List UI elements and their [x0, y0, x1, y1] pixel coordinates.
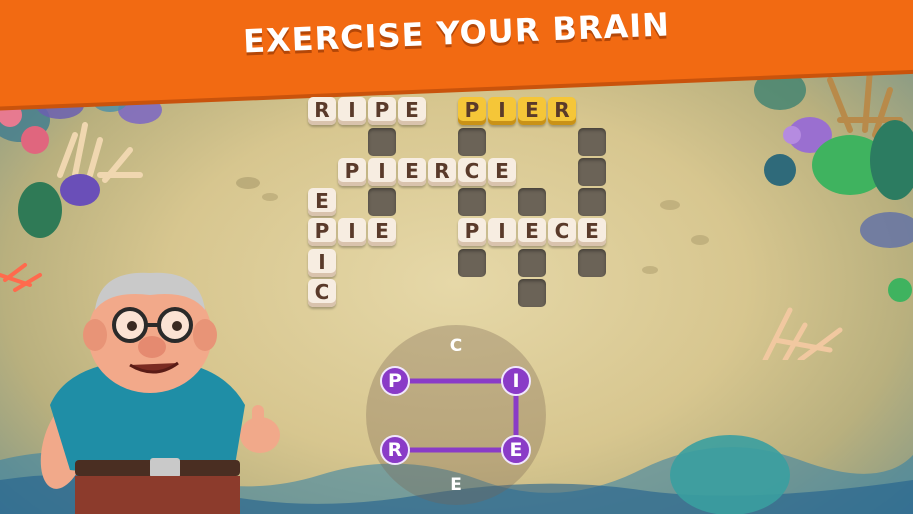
letter-tile: I [308, 249, 336, 277]
empty-cell [368, 128, 396, 156]
letter-tile: P [368, 97, 396, 125]
letter-tile: I [488, 218, 516, 246]
wheel-letter-p[interactable]: P [380, 366, 410, 396]
letter-tile: E [488, 158, 516, 186]
highlighted-letter-tile: P [458, 97, 486, 125]
empty-cell [578, 188, 606, 216]
letter-tile: E [368, 218, 396, 246]
empty-cell [578, 249, 606, 277]
game-scene: EXERCISE YOUR BRAIN R I P E P I E R P I … [0, 0, 913, 514]
letter-tile: P [308, 218, 336, 246]
letter-tile: C [458, 158, 486, 186]
grandpa-mascot-icon [40, 272, 280, 514]
letter-tile: E [308, 188, 336, 216]
letter-tile: R [428, 158, 456, 186]
letter-tile: P [338, 158, 366, 186]
letter-tile: E [518, 218, 546, 246]
letter-tile: E [578, 218, 606, 246]
letter-tile: E [398, 97, 426, 125]
empty-cell [458, 249, 486, 277]
empty-cell [578, 158, 606, 186]
letter-tile: E [398, 158, 426, 186]
wheel-letter-e-bottom[interactable]: E [441, 470, 471, 500]
letter-tile: I [338, 97, 366, 125]
empty-cell [518, 249, 546, 277]
highlighted-letter-tile: I [488, 97, 516, 125]
empty-cell [458, 188, 486, 216]
wheel-letter-r[interactable]: R [380, 435, 410, 465]
highlighted-letter-tile: R [548, 97, 576, 125]
empty-cell [368, 188, 396, 216]
letter-tile: I [338, 218, 366, 246]
wheel-letter-e[interactable]: E [501, 435, 531, 465]
letter-tile: P [458, 218, 486, 246]
letter-tile: R [308, 97, 336, 125]
empty-cell [458, 128, 486, 156]
empty-cell [518, 188, 546, 216]
letter-tile: I [368, 158, 396, 186]
wheel-letter-i[interactable]: I [501, 366, 531, 396]
wheel-letter-c[interactable]: C [441, 331, 471, 361]
coral-reef-right-icon [754, 67, 913, 360]
highlighted-letter-tile: E [518, 97, 546, 125]
empty-cell [518, 279, 546, 307]
letter-tile: C [548, 218, 576, 246]
empty-cell [578, 128, 606, 156]
letter-tile: C [308, 279, 336, 307]
